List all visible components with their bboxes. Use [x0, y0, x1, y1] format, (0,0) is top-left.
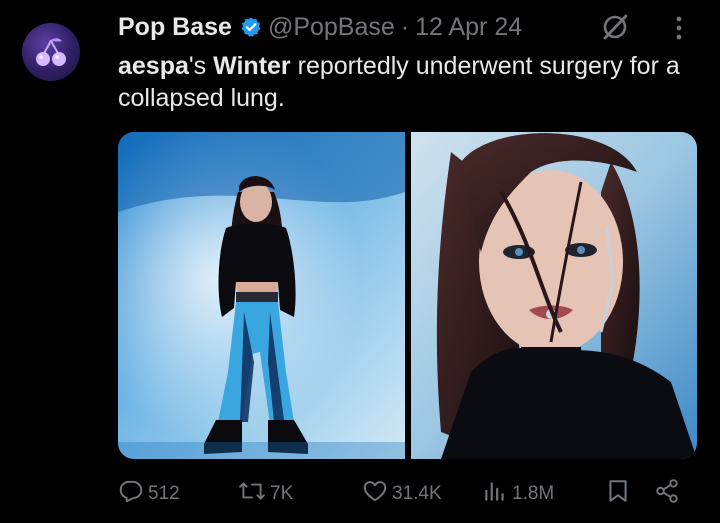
author-name[interactable]: Pop Base: [118, 10, 232, 44]
like-button[interactable]: 31.4K: [362, 478, 442, 510]
tweet-date[interactable]: 12 Apr 24: [415, 10, 522, 44]
more-vertical-icon[interactable]: [672, 14, 686, 47]
media-photo-2[interactable]: [410, 132, 698, 459]
repost-button[interactable]: 7K: [238, 478, 293, 510]
views-chart-icon: [482, 478, 508, 510]
reply-icon: [118, 478, 144, 510]
reply-button[interactable]: 512: [118, 478, 180, 510]
tweet-header: Pop Base @PopBase · 12 Apr 24: [118, 10, 522, 44]
bookmark-icon: [606, 478, 630, 510]
grok-icon[interactable]: [600, 12, 630, 47]
tweet-action-bar: 512 7K 31.4K 1.8M: [118, 478, 708, 510]
tweet-text-aespa: aespa: [118, 52, 189, 80]
share-icon: [654, 478, 680, 510]
heart-icon: [362, 478, 388, 510]
repost-icon: [238, 478, 266, 510]
header-separator: ·: [400, 13, 410, 41]
views-button[interactable]: 1.8M: [482, 478, 554, 510]
verified-badge-icon: [240, 16, 262, 38]
share-button[interactable]: [654, 478, 680, 510]
repost-count: 7K: [270, 483, 294, 504]
tweet-text: aespa's Winter reportedly underwent surg…: [118, 50, 708, 114]
avatar[interactable]: [22, 23, 80, 81]
tweet-text-possessive: 's: [188, 52, 214, 80]
author-handle[interactable]: @PopBase: [268, 10, 395, 44]
cherry-logo-icon: [36, 38, 66, 66]
media-photo-1[interactable]: [118, 132, 405, 459]
reply-count: 512: [148, 483, 180, 504]
like-count: 31.4K: [392, 483, 442, 504]
views-count: 1.8M: [512, 483, 555, 504]
bookmark-button[interactable]: [606, 478, 630, 510]
tweet-media: [118, 132, 697, 459]
tweet-text-winter: Winter: [213, 52, 291, 80]
